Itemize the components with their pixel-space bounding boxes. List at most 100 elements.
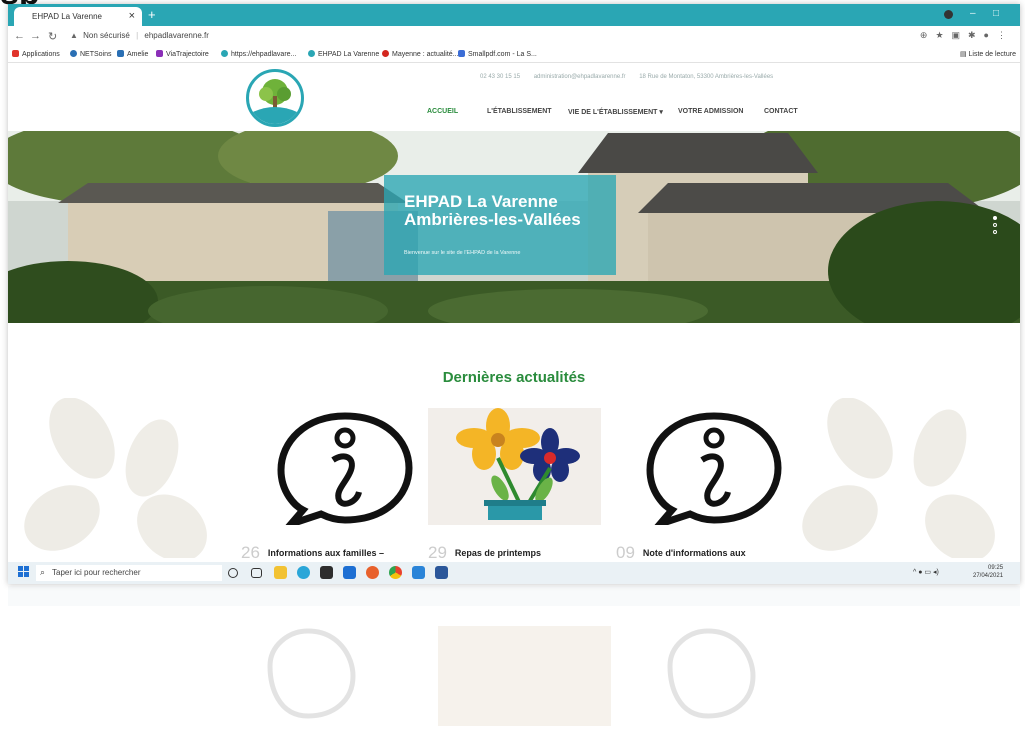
tree-logo-icon — [253, 79, 297, 124]
browser-tab[interactable]: EHPAD La Varenne × — [14, 7, 142, 26]
web-page: 02 43 30 15 15 administration@ehpadlavar… — [8, 63, 1020, 558]
hero-title-line1: EHPAD La Varenne — [404, 192, 558, 211]
cortana-icon[interactable] — [228, 568, 238, 578]
restore-icon[interactable]: □ — [993, 8, 999, 19]
hero-subtitle: Bienvenue sur le site de l'EHPAD de la V… — [404, 250, 521, 256]
taskbar-search-input[interactable]: ⌕ Taper ici pour rechercher — [36, 565, 222, 581]
bookmark-1[interactable]: NETSoins — [70, 50, 112, 58]
reading-list[interactable]: ▤ Liste de lecture — [960, 50, 1016, 58]
news-image-flowers[interactable] — [428, 408, 601, 525]
netsoins-icon — [70, 50, 77, 57]
news-item-2[interactable]: 29 Repas de printemps — [428, 543, 541, 558]
news-day: 09 — [616, 543, 635, 558]
bookmark-label: ViaTrajectoire — [166, 51, 209, 58]
hero-title: EHPAD La Varenne Ambrières-les-Vallées — [404, 193, 614, 229]
security-label: Non sécurisé — [83, 31, 130, 40]
site-logo[interactable] — [246, 69, 304, 127]
info-speech-icon — [277, 412, 413, 532]
store-icon[interactable] — [320, 566, 333, 579]
address-bar[interactable]: ▲ Non sécurisé | ehpadlavarenne.fr — [70, 29, 930, 44]
address-text: 18 Rue de Montaton, 53300 Ambrières-les-… — [639, 74, 774, 80]
reflection-content — [8, 586, 1020, 726]
record-icon[interactable] — [944, 10, 953, 19]
bookmark-label: Amelie — [127, 51, 149, 58]
slider-dots — [993, 216, 997, 237]
taskbar-clock[interactable]: 09:25 27/04/2021 — [973, 564, 1003, 580]
mail-icon[interactable] — [343, 566, 356, 579]
nav-admission[interactable]: VOTRE ADMISSION — [678, 108, 743, 115]
chrome-icon[interactable] — [389, 566, 402, 579]
toolbar-icons[interactable]: ⊕★▣✱●⋮ — [920, 30, 1014, 41]
clock-date: 27/04/2021 — [973, 573, 1004, 579]
bookmark-7[interactable]: Smallpdf.com - La S... — [458, 50, 537, 58]
news-title[interactable]: Informations aux familles – — [268, 548, 384, 558]
hero-title-line2: Ambrières-les-Vallées — [404, 210, 581, 229]
news-title[interactable]: Note d'informations aux — [643, 548, 746, 558]
close-tab-icon[interactable]: × — [129, 10, 135, 22]
url-text: ehpadlavarenne.fr — [144, 31, 209, 40]
nav-vie-etablissement[interactable]: VIE DE L'ÉTABLISSEMENT ▾ — [568, 108, 663, 116]
forward-icon[interactable]: → — [30, 30, 41, 42]
browser-tab-strip: EHPAD La Varenne × + – □ — [8, 4, 1020, 26]
hero-caption: EHPAD La Varenne Ambrières-les-Vallées B… — [384, 175, 616, 275]
file-explorer-icon[interactable] — [274, 566, 287, 579]
firefox-icon[interactable] — [366, 566, 379, 579]
teamviewer-icon[interactable] — [412, 566, 425, 579]
task-view-icon[interactable] — [251, 568, 262, 578]
windows-start-icon[interactable] — [18, 566, 30, 578]
system-tray-icons[interactable]: ^ ● ▭ ◂) — [913, 568, 939, 576]
edge-icon[interactable] — [297, 566, 310, 579]
screenshot: EHPAD La Varenne × + – □ ← → ↻ ▲ Non séc… — [8, 4, 1020, 584]
nav-etablissement[interactable]: L'ÉTABLISSEMENT — [487, 108, 552, 115]
leaves-decoration-right — [802, 398, 995, 558]
bookmark-4[interactable]: https://ehpadlavare... — [221, 50, 296, 58]
news-image-info[interactable] — [259, 408, 432, 532]
slider-dot[interactable] — [993, 216, 997, 220]
section-title: Dernières actualités — [442, 369, 586, 386]
back-icon[interactable]: ← — [14, 30, 25, 42]
smallpdf-icon — [458, 50, 465, 57]
separator: | — [136, 31, 139, 40]
news-title[interactable]: Repas de printemps — [455, 548, 541, 558]
bookmark-label: Applications — [22, 51, 60, 58]
search-icon: ⌕ — [40, 567, 46, 577]
phone-text[interactable]: 02 43 30 15 15 — [480, 74, 520, 80]
news-item-1[interactable]: 26 Informations aux familles – — [241, 543, 384, 558]
globe-icon — [308, 50, 315, 57]
bookmark-label: https://ehpadlavare... — [231, 51, 297, 58]
reflection-graphics — [8, 586, 1020, 726]
bookmark-2[interactable]: Amelie — [117, 50, 148, 58]
bookmark-0[interactable]: Applications — [12, 50, 60, 58]
leaves-decoration-left — [24, 398, 207, 558]
new-tab-icon[interactable]: + — [148, 7, 156, 22]
hero-slider[interactable]: EHPAD La Varenne Ambrières-les-Vallées B… — [8, 131, 1020, 323]
nav-contact[interactable]: CONTACT — [764, 108, 798, 115]
bookmark-5[interactable]: EHPAD La Varenne — [308, 50, 379, 58]
globe-icon — [221, 50, 228, 57]
flower-artwork — [428, 408, 601, 525]
word-icon[interactable] — [435, 566, 448, 579]
bookmarks-bar: Applications NETSoins Amelie ViaTrajecto… — [8, 46, 1020, 63]
windows-taskbar: ⌕ Taper ici pour rechercher ^ ● ▭ ◂) 09:… — [8, 562, 1020, 584]
news-image-note[interactable] — [628, 408, 801, 532]
warning-icon: ▲ — [70, 31, 78, 40]
mayenne-icon — [382, 50, 389, 57]
email-text[interactable]: administration@ehpadlavarenne.fr — [534, 74, 626, 80]
nav-accueil[interactable]: ACCUEIL — [427, 108, 458, 115]
bookmark-label: Smallpdf.com - La S... — [468, 51, 537, 58]
reload-icon[interactable]: ↻ — [48, 30, 57, 43]
slider-dot[interactable] — [993, 223, 997, 227]
bookmark-label: NETSoins — [80, 51, 112, 58]
reading-list-icon: ▤ — [959, 51, 969, 58]
clock-time: 09:25 — [988, 565, 1004, 571]
bookmark-6[interactable]: Mayenne : actualité... — [382, 50, 459, 58]
viatrajectoire-icon — [156, 50, 163, 57]
contact-line: 02 43 30 15 15 administration@ehpadlavar… — [480, 74, 785, 80]
news-day: 26 — [241, 543, 260, 558]
bookmark-3[interactable]: ViaTrajectoire — [156, 50, 209, 58]
screenshot-reflection — [8, 586, 1020, 726]
amelie-icon — [117, 50, 124, 57]
slider-dot[interactable] — [993, 230, 997, 234]
minimize-icon[interactable]: – — [970, 8, 976, 19]
news-item-3[interactable]: 09 Note d'informations aux — [616, 543, 746, 558]
